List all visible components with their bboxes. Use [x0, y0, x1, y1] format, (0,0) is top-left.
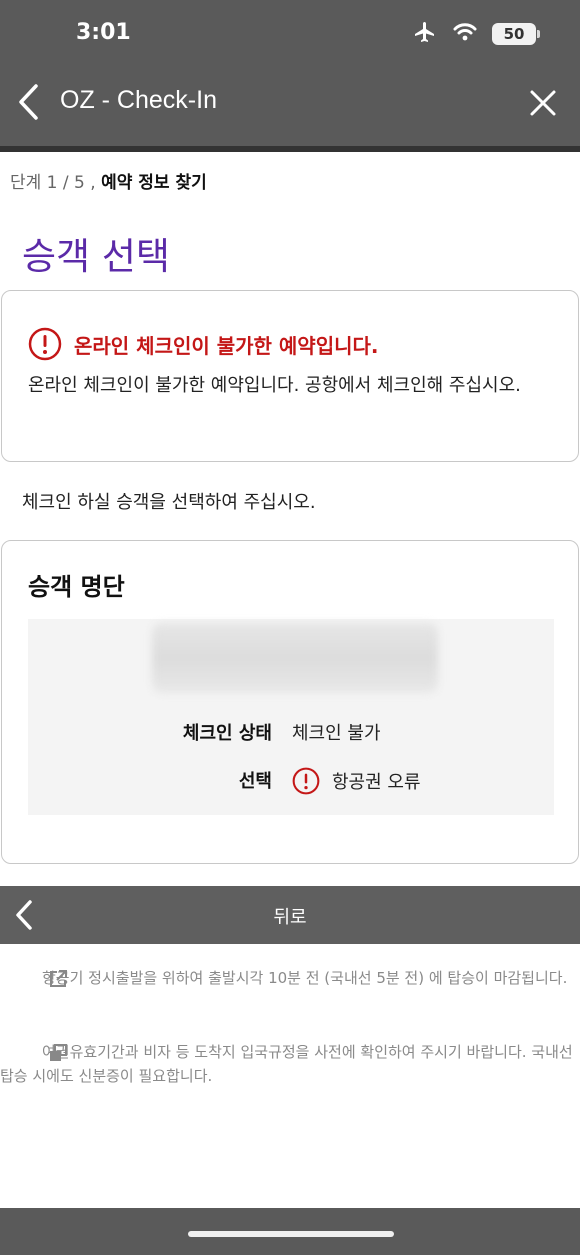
error-icon	[292, 767, 320, 795]
back-button-label: 뒤로	[273, 907, 307, 928]
checkin-status-row: 체크인 상태 체크인 불가	[28, 715, 554, 747]
copy-window-icon	[6, 1043, 68, 1070]
nav-title: OZ - Check-In	[60, 86, 217, 114]
battery-icon: 50	[492, 23, 540, 45]
status-icons: 50	[412, 20, 540, 48]
checkin-status-label: 체크인 상태	[182, 723, 272, 744]
status-time: 3:01	[76, 20, 131, 45]
notice-passport: 여권유효기간과 비자 등 도착지 입국규정을 사전에 확인하여 주시기 바랍니다…	[0, 1043, 573, 1085]
page-title: 승객 선택	[22, 235, 170, 278]
step-name: 예약 정보 찾기	[101, 173, 207, 193]
back-button[interactable]: 뒤로	[0, 886, 580, 944]
select-value-text: 항공권 오류	[332, 772, 421, 793]
passenger-name-redacted	[152, 623, 438, 693]
alert-message: 온라인 체크인이 불가한 예약입니다. 공항에서 체크인해 주십시오.	[28, 375, 521, 396]
alert-title: 온라인 체크인이 불가한 예약입니다.	[74, 333, 379, 358]
app-header: 3:01 50 OZ - Check-In	[0, 0, 580, 146]
select-row: 선택 항공권 오류	[28, 763, 554, 795]
close-icon	[530, 90, 556, 116]
header-divider	[0, 146, 580, 152]
notice-boarding: 항공기 정시출발을 위하여 출발시각 10분 전 (국내선 5분 전) 에 탑승…	[0, 966, 578, 990]
wifi-icon	[452, 22, 478, 46]
step-prefix: 단계 1 / 5 ,	[10, 173, 96, 193]
alert-card: 온라인 체크인이 불가한 예약입니다. 온라인 체크인이 불가한 예약입니다. …	[1, 290, 579, 462]
passenger-list-card: 승객 명단 체크인 상태 체크인 불가 선택 항공권 오류	[1, 540, 579, 864]
checkin-status-value: 체크인 불가	[292, 723, 381, 744]
passenger-item[interactable]: 체크인 상태 체크인 불가 선택 항공권 오류	[28, 619, 554, 815]
warning-icon	[28, 327, 62, 361]
close-button[interactable]	[526, 84, 560, 122]
chevron-left-icon	[19, 84, 38, 120]
step-indicator: 단계 1 / 5 , 예약 정보 찾기	[10, 168, 207, 193]
instruction-text: 체크인 하실 승객을 선택하여 주십시오.	[22, 492, 316, 513]
select-value: 항공권 오류	[292, 767, 421, 795]
passenger-list-title: 승객 명단	[28, 573, 125, 601]
select-label: 선택	[238, 771, 272, 792]
external-link-icon	[6, 969, 68, 996]
back-nav-button[interactable]	[10, 82, 46, 122]
airplane-mode-icon	[412, 20, 438, 48]
alert-title-row: 온라인 체크인이 불가한 예약입니다.	[28, 327, 379, 361]
home-indicator	[188, 1231, 394, 1237]
